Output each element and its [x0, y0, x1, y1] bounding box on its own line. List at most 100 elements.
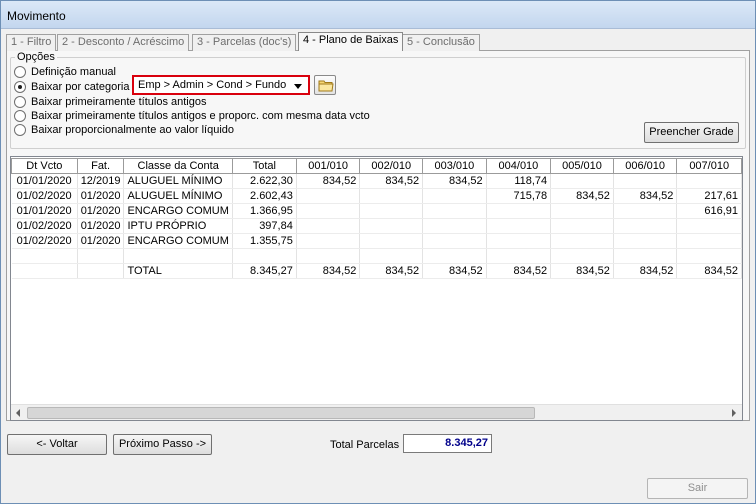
table-cell[interactable]: TOTAL [123, 263, 233, 279]
category-select[interactable]: Emp > Admin > Cond > Fundo Pr [132, 75, 310, 95]
table-cell[interactable] [613, 203, 678, 219]
table-cell[interactable]: 834,52 [296, 263, 361, 279]
radio-titulos-antigos-proporc[interactable]: Baixar primeiramente títulos antigos e p… [14, 109, 370, 123]
table-cell[interactable] [296, 218, 361, 234]
table-cell[interactable] [232, 248, 297, 264]
table-cell[interactable] [11, 248, 78, 264]
table-cell[interactable] [613, 218, 678, 234]
col-header[interactable]: Classe da Conta [123, 158, 233, 174]
next-step-button[interactable]: Próximo Passo -> [113, 434, 212, 455]
table-cell[interactable]: 834,52 [550, 188, 614, 204]
table-cell[interactable] [550, 218, 614, 234]
table-cell[interactable] [422, 248, 487, 264]
table-cell[interactable]: 8.345,27 [232, 263, 297, 279]
col-header[interactable]: 002/010 [359, 158, 424, 174]
table-cell[interactable] [123, 248, 233, 264]
table-cell[interactable]: 834,52 [422, 263, 487, 279]
table-cell[interactable]: ALUGUEL MÍNIMO [123, 173, 233, 189]
col-header[interactable]: 004/010 [485, 158, 552, 174]
tab-conclusao[interactable]: 5 - Conclusão [402, 34, 480, 51]
table-cell[interactable]: 834,52 [359, 173, 424, 189]
table-cell[interactable]: 834,52 [359, 263, 424, 279]
col-header[interactable]: Fat. [76, 158, 125, 174]
radio-definicao-manual[interactable]: Definição manual [14, 65, 116, 79]
table-cell[interactable] [422, 188, 487, 204]
table-cell[interactable]: 834,52 [296, 173, 361, 189]
table-cell[interactable]: IPTU PRÓPRIO [123, 218, 233, 234]
table-cell[interactable] [676, 248, 742, 264]
table-cell[interactable]: 2.602,43 [232, 188, 297, 204]
table-cell[interactable]: 01/2020 [77, 233, 125, 249]
table-cell[interactable] [359, 248, 424, 264]
table-cell[interactable]: 12/2019 [77, 173, 125, 189]
tab-parcelas[interactable]: 3 - Parcelas (doc's) [192, 34, 297, 51]
table-cell[interactable]: 2.622,30 [232, 173, 297, 189]
tab-plano-de-baixas[interactable]: 4 - Plano de Baixas [298, 32, 404, 51]
table-cell[interactable] [359, 218, 424, 234]
table-cell[interactable]: ENCARGO COMUM [123, 233, 233, 249]
table-cell[interactable] [359, 188, 424, 204]
table-row[interactable]: 01/02/2020 01/2020 IPTU PRÓPRIO 397,84 [11, 218, 742, 234]
table-cell[interactable] [422, 233, 487, 249]
table-cell[interactable]: 01/01/2020 [11, 173, 78, 189]
table-cell[interactable]: 834,52 [613, 263, 678, 279]
table-cell[interactable]: 01/2020 [77, 203, 125, 219]
table-cell[interactable] [486, 218, 552, 234]
table-cell[interactable] [613, 173, 678, 189]
table-row[interactable]: 01/02/2020 01/2020 ALUGUEL MÍNIMO 2.602,43 7… [11, 188, 742, 204]
table-cell[interactable]: 834,52 [613, 188, 678, 204]
col-header[interactable]: 003/010 [422, 158, 487, 174]
fill-grid-button[interactable]: Preencher Grade [644, 122, 739, 143]
chevron-down-icon[interactable] [291, 80, 305, 92]
table-cell[interactable]: 834,52 [422, 173, 487, 189]
table-cell[interactable]: 397,84 [232, 218, 297, 234]
table-cell[interactable] [486, 203, 552, 219]
table-cell[interactable] [296, 188, 361, 204]
table-cell[interactable]: ENCARGO COMUM [123, 203, 233, 219]
col-header[interactable]: Dt Vcto [11, 158, 78, 174]
browse-category-button[interactable] [314, 75, 336, 95]
table-cell[interactable]: 834,52 [676, 263, 742, 279]
table-row[interactable]: 01/02/2020 01/2020 ENCARGO COMUM 1.355,75 [11, 233, 742, 249]
radio-baixar-por-categoria[interactable]: Baixar por categoria [14, 80, 129, 94]
table-cell[interactable] [11, 263, 78, 279]
table-cell[interactable] [676, 233, 742, 249]
table-cell[interactable] [676, 173, 742, 189]
table-cell[interactable]: 715,78 [486, 188, 552, 204]
table-cell[interactable]: 01/2020 [77, 218, 125, 234]
table-row[interactable]: 01/01/2020 12/2019 ALUGUEL MÍNIMO 2.622,30 8… [11, 173, 742, 189]
table-cell[interactable]: 01/01/2020 [11, 203, 78, 219]
table-cell[interactable]: 01/02/2020 [11, 188, 78, 204]
table-cell[interactable]: 834,52 [486, 263, 552, 279]
table-cell[interactable] [359, 233, 424, 249]
table-cell[interactable]: 118,74 [486, 173, 552, 189]
table-cell[interactable] [359, 203, 424, 219]
scroll-right-icon[interactable] [726, 406, 742, 420]
table-cell[interactable]: 616,91 [676, 203, 742, 219]
scrollbar-thumb[interactable] [27, 407, 535, 419]
back-button[interactable]: <- Voltar [7, 434, 107, 455]
table-cell[interactable] [296, 248, 361, 264]
table-cell[interactable] [296, 203, 361, 219]
table-cell[interactable] [77, 263, 125, 279]
table-row[interactable]: TOTAL 8.345,27 834,52 834,52 834,52 834,52 834… [11, 263, 742, 279]
table-cell[interactable] [550, 233, 614, 249]
col-header[interactable]: 006/010 [612, 158, 678, 174]
col-header[interactable]: 001/010 [295, 158, 361, 174]
table-cell[interactable]: 01/02/2020 [11, 218, 78, 234]
table-cell[interactable] [550, 173, 614, 189]
tab-desconto-acrescimo[interactable]: 2 - Desconto / Acréscimo [57, 34, 190, 51]
radio-titulos-antigos[interactable]: Baixar primeiramente títulos antigos [14, 95, 206, 109]
table-cell[interactable] [422, 203, 487, 219]
table-cell[interactable]: 01/2020 [77, 188, 125, 204]
col-header[interactable]: Total [231, 158, 297, 174]
col-header[interactable]: 007/010 [676, 158, 742, 174]
table-cell[interactable]: 217,61 [676, 188, 742, 204]
table-cell[interactable] [613, 233, 678, 249]
table-cell[interactable]: 01/02/2020 [11, 233, 78, 249]
table-row[interactable] [11, 248, 742, 264]
table-cell[interactable] [550, 203, 614, 219]
table-row[interactable]: 01/01/2020 01/2020 ENCARGO COMUM 1.366,95 61… [11, 203, 742, 219]
table-cell[interactable]: 834,52 [550, 263, 614, 279]
table-cell[interactable]: ALUGUEL MÍNIMO [123, 188, 233, 204]
